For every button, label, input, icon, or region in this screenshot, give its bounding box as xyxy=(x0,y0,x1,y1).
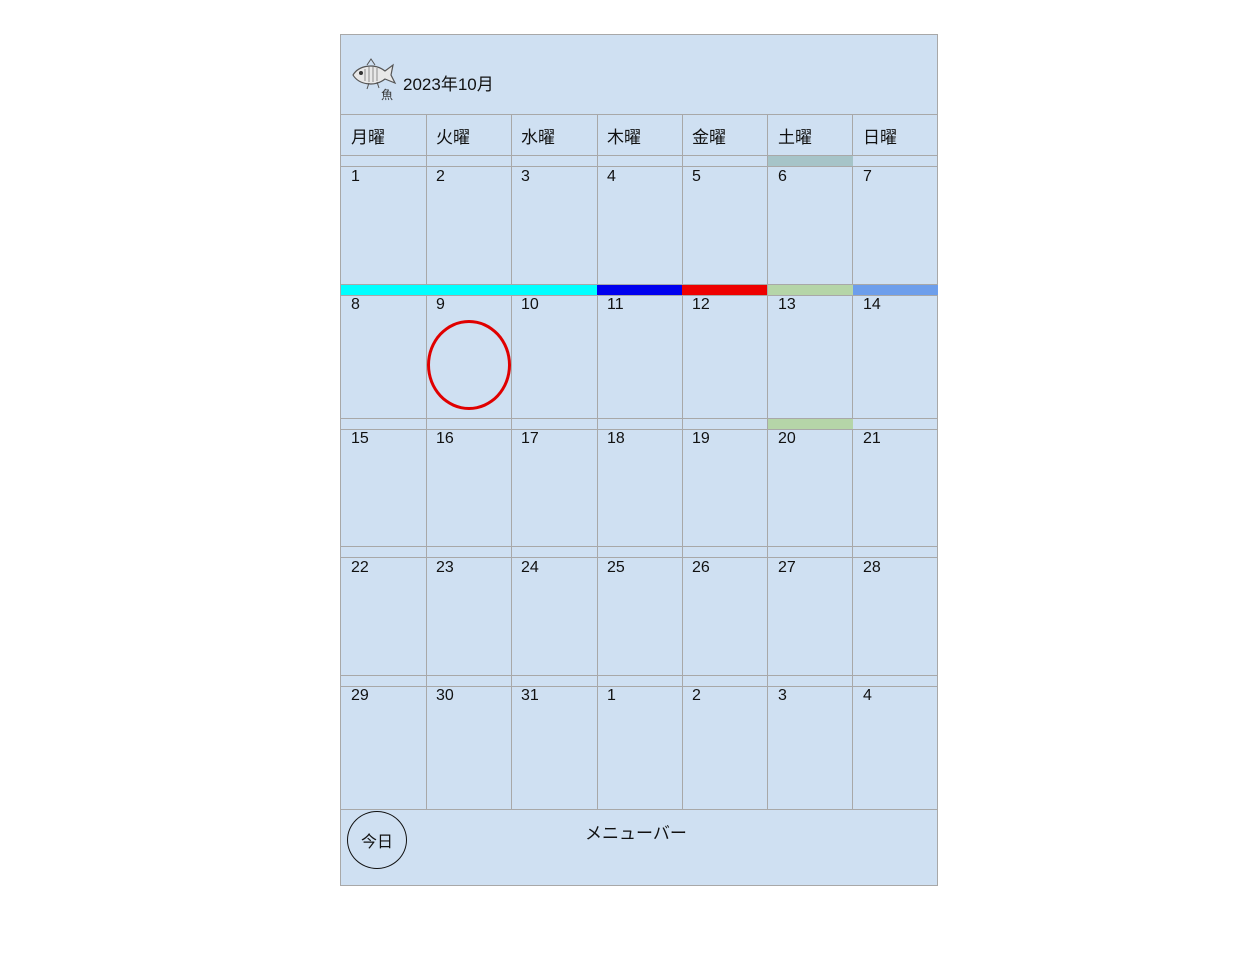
day-cell-number[interactable]: 3 xyxy=(521,168,530,186)
day-cell-number[interactable]: 24 xyxy=(521,559,539,577)
day-cell-number[interactable]: 11 xyxy=(607,296,624,314)
today-button[interactable]: 今日 xyxy=(347,811,407,869)
day-cell-number[interactable]: 10 xyxy=(521,296,539,314)
svg-text:魚: 魚 xyxy=(381,88,393,102)
day-cell-number[interactable]: 17 xyxy=(521,430,539,448)
day-cell-number[interactable]: 6 xyxy=(778,168,787,186)
day-cell-number[interactable]: 2 xyxy=(436,168,445,186)
weekday-sat: 土曜 xyxy=(778,128,812,147)
day-cell-number[interactable]: 19 xyxy=(692,430,710,448)
day-cell-number[interactable]: 25 xyxy=(607,559,625,577)
today-circle-marker xyxy=(427,320,511,410)
day-cell-number[interactable]: 3 xyxy=(778,687,787,705)
weekday-thu: 木曜 xyxy=(607,128,641,147)
menu-bar-label[interactable]: メニューバー xyxy=(585,819,687,844)
fish-logo-icon: 魚 xyxy=(352,58,397,102)
day-cell-number[interactable]: 23 xyxy=(436,559,454,577)
day-cell-number[interactable]: 15 xyxy=(351,430,369,448)
event-bar[interactable] xyxy=(597,285,682,295)
day-cell-number[interactable]: 5 xyxy=(692,168,701,186)
event-bar[interactable] xyxy=(768,156,853,166)
event-bar[interactable] xyxy=(341,285,597,295)
day-cell-number[interactable]: 22 xyxy=(351,559,369,577)
weekday-wed: 水曜 xyxy=(521,128,555,147)
weekday-sun: 日曜 xyxy=(863,128,897,147)
day-cell-number[interactable]: 4 xyxy=(863,687,872,705)
day-cell-number[interactable]: 31 xyxy=(521,687,539,705)
day-cell-number[interactable]: 4 xyxy=(607,168,616,186)
weekday-tue: 火曜 xyxy=(436,128,470,147)
day-cell-number[interactable]: 26 xyxy=(692,559,710,577)
day-cell-number[interactable]: 9 xyxy=(436,296,445,314)
day-cell-number[interactable]: 12 xyxy=(692,296,710,314)
weekday-mon: 月曜 xyxy=(351,128,385,147)
day-cell-number[interactable]: 27 xyxy=(778,559,796,577)
day-cell-number[interactable]: 13 xyxy=(778,296,796,314)
event-bar[interactable] xyxy=(768,419,853,429)
day-cell-number[interactable]: 2 xyxy=(692,687,701,705)
calendar: 魚 2023年10月 月曜 火曜 水曜 木曜 金曜 土曜 日曜 1 2 3 4 … xyxy=(340,34,938,886)
day-cell-number[interactable]: 30 xyxy=(436,687,454,705)
day-cell-number[interactable]: 16 xyxy=(436,430,454,448)
event-bar[interactable] xyxy=(853,285,938,295)
day-cell-number[interactable]: 8 xyxy=(351,296,360,314)
day-cell-number[interactable]: 29 xyxy=(351,687,369,705)
day-cell-number[interactable]: 1 xyxy=(607,687,616,705)
event-bar[interactable] xyxy=(768,285,853,295)
day-cell-number[interactable]: 1 xyxy=(351,168,360,186)
event-bar[interactable] xyxy=(682,285,767,295)
month-title: 2023年10月 xyxy=(403,75,494,94)
day-cell-number[interactable]: 28 xyxy=(863,559,881,577)
day-cell-number[interactable]: 20 xyxy=(778,430,796,448)
day-cell-number[interactable]: 18 xyxy=(607,430,625,448)
day-cell-number[interactable]: 14 xyxy=(863,296,881,314)
day-cell-number[interactable]: 7 xyxy=(863,168,872,186)
weekday-fri: 金曜 xyxy=(692,128,726,147)
day-cell-number[interactable]: 21 xyxy=(863,430,881,448)
